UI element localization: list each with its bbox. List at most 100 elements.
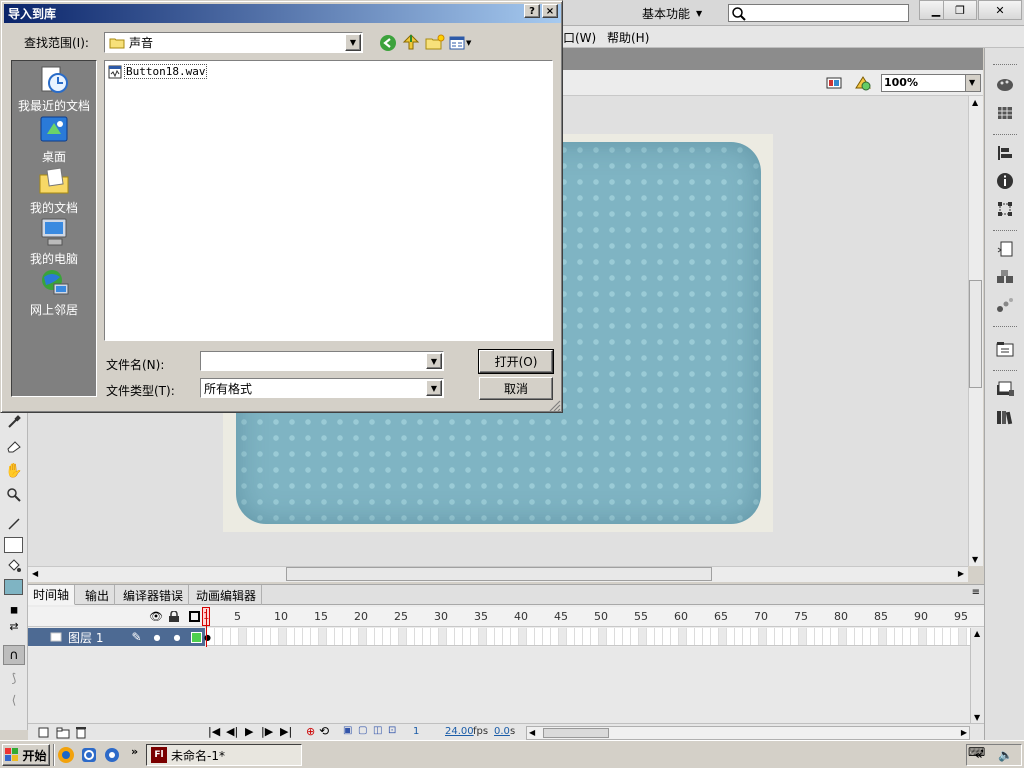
volume-icon[interactable]: 🔈 bbox=[998, 748, 1013, 762]
layer-frames[interactable]: ● bbox=[204, 628, 970, 646]
stroke-color-swatch[interactable] bbox=[4, 537, 23, 553]
swatches-panel-button[interactable] bbox=[993, 102, 1017, 124]
new-layer-icon[interactable] bbox=[38, 727, 50, 739]
eraser-tool[interactable] bbox=[3, 436, 25, 456]
current-frame-value[interactable]: 1 bbox=[413, 726, 419, 737]
panel-grip[interactable] bbox=[993, 370, 1017, 373]
close-app-button[interactable]: ✕ bbox=[978, 0, 1022, 20]
fps-value[interactable]: 24.00 bbox=[445, 726, 474, 737]
movie-explorer-button[interactable] bbox=[993, 406, 1017, 428]
timeline-vertical-scrollbar[interactable]: ▲ ▼ bbox=[970, 628, 984, 723]
taskbar-flash-document[interactable]: Fl 未命名-1* bbox=[146, 744, 302, 766]
visible-dot-icon[interactable]: ● bbox=[154, 633, 161, 642]
workspace-switcher[interactable]: 基本功能 ▼ bbox=[636, 4, 712, 22]
fill-color-tool[interactable] bbox=[3, 556, 25, 576]
scroll-right-icon[interactable]: ▶ bbox=[958, 569, 964, 578]
center-frame-icon[interactable]: ⊕ bbox=[306, 725, 315, 738]
play-icon[interactable]: ▶ bbox=[245, 725, 253, 738]
back-icon[interactable] bbox=[379, 34, 397, 52]
actions-panel-button[interactable] bbox=[993, 238, 1017, 260]
resize-grip-icon[interactable] bbox=[547, 398, 561, 412]
scroll-left-icon[interactable]: ◀ bbox=[529, 728, 535, 737]
filename-dropdown-button[interactable]: ▼ bbox=[426, 353, 442, 369]
transform-panel-button[interactable] bbox=[993, 198, 1017, 220]
straighten-button[interactable]: ⟨ bbox=[3, 690, 25, 710]
components-panel-button[interactable] bbox=[993, 266, 1017, 288]
dialog-title-bar[interactable]: 导入到库 bbox=[4, 4, 561, 23]
swap-colors-button[interactable]: ⇄ bbox=[3, 616, 25, 636]
help-search-input[interactable] bbox=[728, 4, 909, 22]
layer-row[interactable]: 图层 1 ✎ ● ● bbox=[28, 628, 205, 646]
hand-tool[interactable]: ✋ bbox=[3, 461, 25, 481]
new-folder-icon[interactable] bbox=[425, 34, 445, 51]
library-panel-button[interactable] bbox=[993, 378, 1017, 400]
filetype-dropdown-button[interactable]: ▼ bbox=[426, 380, 442, 396]
trash-icon[interactable] bbox=[75, 726, 87, 739]
file-list[interactable] bbox=[104, 60, 553, 341]
first-frame-icon[interactable]: |◀ bbox=[208, 725, 220, 738]
project-panel-button[interactable] bbox=[993, 338, 1017, 360]
file-item[interactable]: Button18.wav bbox=[108, 64, 208, 79]
menu-help[interactable]: 帮助(H) bbox=[607, 26, 649, 48]
place-my-documents[interactable]: 我的文档 bbox=[12, 165, 96, 216]
time-value[interactable]: 0.0 bbox=[494, 726, 510, 737]
onion-skin-icon[interactable]: ▣ bbox=[343, 725, 352, 736]
panel-grip[interactable] bbox=[993, 230, 1017, 233]
onion-markers-icon[interactable]: ⊡ bbox=[388, 725, 396, 736]
place-my-computer[interactable]: 我的电脑 bbox=[12, 216, 96, 267]
tab-output[interactable]: 输出 bbox=[80, 585, 116, 605]
unlocked-dot-icon[interactable]: ● bbox=[174, 633, 181, 642]
eye-icon[interactable]: 👁 bbox=[149, 610, 163, 623]
outline-icon[interactable] bbox=[189, 611, 200, 622]
look-in-dropdown-button[interactable]: ▼ bbox=[345, 34, 361, 51]
fill-color-swatch[interactable] bbox=[4, 579, 23, 595]
chevron-right-icon[interactable]: » bbox=[131, 745, 138, 758]
stage-vertical-scroll-thumb[interactable] bbox=[969, 280, 982, 388]
restore-button[interactable]: ❐ bbox=[943, 0, 977, 20]
place-recent-documents[interactable]: 我最近的文档 bbox=[12, 63, 96, 114]
color-panel-button[interactable] bbox=[993, 74, 1017, 96]
onion-outline-icon[interactable]: ▢ bbox=[358, 725, 367, 736]
scroll-right-icon[interactable]: ▶ bbox=[961, 728, 967, 737]
tab-motion-editor[interactable]: 动画编辑器 bbox=[191, 585, 263, 605]
tab-compiler-errors[interactable]: 编译器错误 bbox=[118, 585, 190, 605]
tab-timeline[interactable]: 时间轴 bbox=[28, 585, 76, 605]
cancel-button[interactable]: 取消 bbox=[479, 377, 553, 400]
scroll-left-icon[interactable]: ◀ bbox=[32, 569, 38, 578]
align-panel-button[interactable] bbox=[993, 142, 1017, 164]
scroll-up-icon[interactable]: ▲ bbox=[972, 98, 978, 107]
zoom-dropdown-button[interactable]: ▼ bbox=[965, 75, 980, 91]
place-network-places[interactable]: 网上邻居 bbox=[12, 267, 96, 318]
stage-horizontal-scroll-thumb[interactable] bbox=[286, 567, 712, 581]
panel-grip[interactable] bbox=[993, 134, 1017, 137]
browser-icon[interactable] bbox=[80, 746, 98, 764]
menu-window[interactable]: 口(W) bbox=[563, 26, 596, 48]
scroll-down-icon[interactable]: ▼ bbox=[974, 713, 980, 722]
help-button[interactable]: ? bbox=[524, 4, 540, 18]
snap-magnet-button[interactable]: ∩ bbox=[3, 645, 25, 665]
zoom-combo[interactable]: 100% ▼ bbox=[881, 74, 981, 92]
up-folder-icon[interactable] bbox=[402, 33, 420, 51]
settings-gear-icon[interactable] bbox=[103, 746, 121, 764]
step-forward-icon[interactable]: |▶ bbox=[261, 725, 273, 738]
scroll-down-icon[interactable]: ▼ bbox=[972, 555, 978, 564]
view-menu-button[interactable]: ▼ bbox=[449, 34, 475, 52]
chevron-left-icon[interactable]: « bbox=[975, 748, 983, 762]
filename-input[interactable]: ▼ bbox=[200, 351, 444, 371]
panel-grip[interactable] bbox=[993, 326, 1017, 329]
timeline-scroll-thumb[interactable] bbox=[543, 728, 609, 738]
timeline-horizontal-scrollbar[interactable]: ◀ ▶ bbox=[526, 726, 970, 740]
smooth-button[interactable]: ⟆ bbox=[3, 668, 25, 688]
dialog-close-button[interactable]: × bbox=[542, 4, 558, 18]
filetype-select[interactable]: 所有格式 ▼ bbox=[200, 378, 444, 398]
media-player-icon[interactable] bbox=[57, 746, 75, 764]
scroll-up-icon[interactable]: ▲ bbox=[974, 629, 980, 638]
zoom-tool[interactable] bbox=[3, 485, 25, 505]
lock-icon[interactable] bbox=[168, 611, 180, 623]
panel-menu-icon[interactable]: ≡ bbox=[972, 587, 980, 598]
open-button[interactable]: 打开(O) bbox=[478, 349, 554, 374]
step-back-icon[interactable]: ◀| bbox=[226, 725, 238, 738]
stroke-color-tool[interactable] bbox=[3, 514, 25, 534]
edit-scene-icon[interactable] bbox=[825, 75, 845, 91]
info-panel-button[interactable] bbox=[993, 170, 1017, 192]
